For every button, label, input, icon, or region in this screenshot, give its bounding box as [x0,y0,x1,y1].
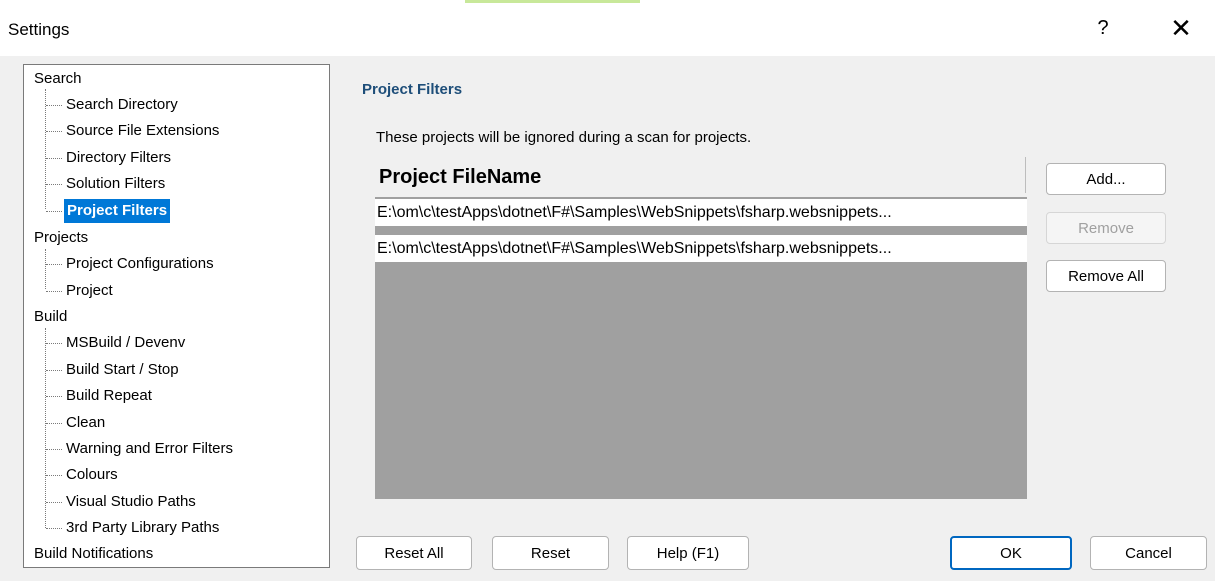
tree-item-colours[interactable]: Colours [46,463,118,487]
project-filter-list[interactable]: Project FileName E:\om\c\testApps\dotnet… [375,157,1027,499]
tree-scrollbar[interactable] [323,65,329,567]
column-divider[interactable] [1025,157,1026,193]
help-icon[interactable]: ? [1080,8,1126,48]
tree-item-search-directory[interactable]: Search Directory [46,93,178,117]
tree-item-directory-filters[interactable]: Directory Filters [45,146,171,170]
tree-connector [45,89,46,209]
tree-group-search[interactable]: Search [34,67,82,91]
help-button[interactable]: Help (F1) [627,536,749,570]
tree-group-build-notifications[interactable]: Build Notifications [34,542,153,566]
column-header-project-filename[interactable]: Project FileName [379,166,541,189]
list-row[interactable]: E:\om\c\testApps\dotnet\F#\Samples\WebSn… [375,235,1027,262]
tree-group-projects[interactable]: Projects [34,226,88,250]
tree-item-warning-error-filters[interactable]: Warning and Error Filters [46,437,233,461]
tree-item-msbuild-devenv[interactable]: MSBuild / Devenv [45,331,185,355]
tree-item-clean[interactable]: Clean [45,411,105,435]
list-row[interactable]: E:\om\c\testApps\dotnet\F#\Samples\WebSn… [375,199,1027,226]
settings-tree[interactable]: Search Search Directory Source File Exte… [23,64,330,568]
tree-connector [45,249,46,289]
close-icon[interactable]: ✕ [1158,8,1204,48]
tree-item-project-configurations[interactable]: Project Configurations [46,252,214,276]
tree-item-project-filters[interactable]: Project Filters [45,199,171,223]
window-title: Settings [8,20,70,39]
accent-strip [465,0,640,3]
add-button[interactable]: Add... [1046,163,1166,195]
tree-connector [45,328,46,528]
remove-all-button[interactable]: Remove All [1046,260,1166,292]
tree-item-3rd-party-library-paths[interactable]: 3rd Party Library Paths [45,516,219,540]
cancel-button[interactable]: Cancel [1090,536,1207,570]
tree-item-build-start-stop[interactable]: Build Start / Stop [46,358,179,382]
reset-all-button[interactable]: Reset All [356,536,472,570]
tree-item-build-repeat[interactable]: Build Repeat [46,384,152,408]
reset-button[interactable]: Reset [492,536,609,570]
tree-item-source-file-extensions[interactable]: Source File Extensions [45,119,219,143]
tree-item-project[interactable]: Project [46,279,113,303]
tree-item-visual-studio-paths[interactable]: Visual Studio Paths [46,490,196,514]
section-description: These projects will be ignored during a … [376,129,752,146]
remove-button[interactable]: Remove [1046,212,1166,244]
section-title: Project Filters [362,81,463,98]
title-bar: Settings ? ✕ [0,0,1215,56]
tree-item-solution-filters[interactable]: Solution Filters [45,172,165,196]
tree-group-build[interactable]: Build [34,305,67,329]
list-header: Project FileName [375,157,1027,197]
ok-button[interactable]: OK [950,536,1072,570]
